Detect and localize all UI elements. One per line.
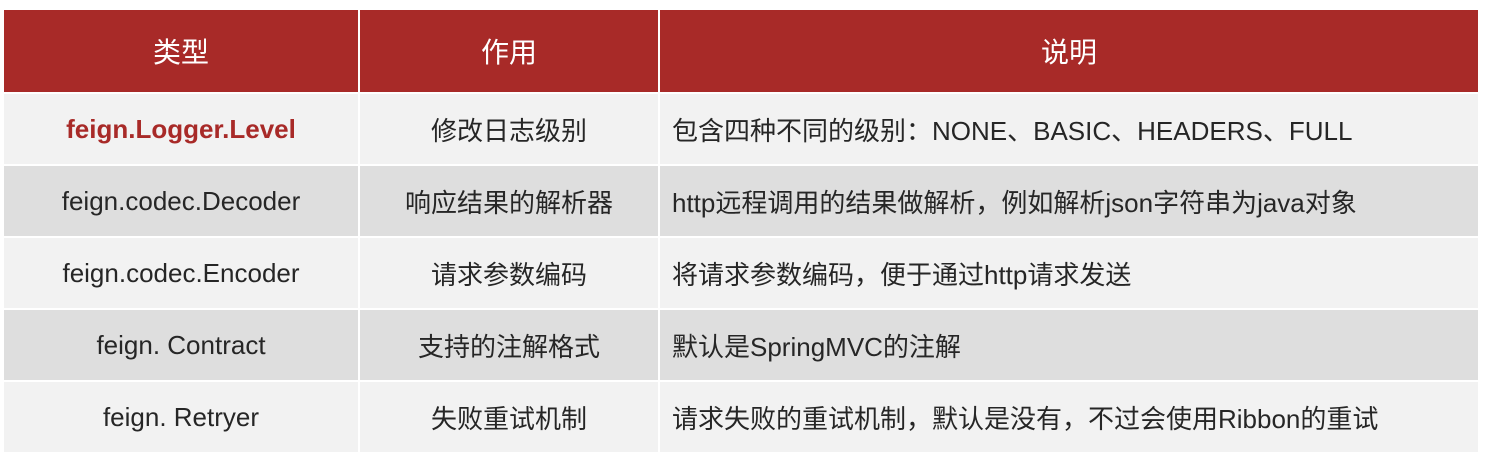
cell-type: feign. Contract — [4, 310, 358, 380]
cell-purpose: 响应结果的解析器 — [360, 166, 658, 236]
cell-description: 默认是SpringMVC的注解 — [660, 310, 1478, 380]
header-type: 类型 — [4, 10, 358, 92]
cell-type: feign.codec.Encoder — [4, 238, 358, 308]
cell-purpose: 支持的注解格式 — [360, 310, 658, 380]
feign-config-table: 类型 作用 说明 feign.Logger.Level 修改日志级别 包含四种不… — [2, 8, 1480, 454]
table-row: feign. Contract 支持的注解格式 默认是SpringMVC的注解 — [4, 310, 1478, 380]
cell-purpose: 失败重试机制 — [360, 382, 658, 452]
cell-type: feign. Retryer — [4, 382, 358, 452]
cell-description: http远程调用的结果做解析，例如解析json字符串为java对象 — [660, 166, 1478, 236]
table-header-row: 类型 作用 说明 — [4, 10, 1478, 92]
cell-description: 请求失败的重试机制，默认是没有，不过会使用Ribbon的重试 — [660, 382, 1478, 452]
cell-purpose: 请求参数编码 — [360, 238, 658, 308]
table-row: feign.codec.Encoder 请求参数编码 将请求参数编码，便于通过h… — [4, 238, 1478, 308]
table-row: feign. Retryer 失败重试机制 请求失败的重试机制，默认是没有，不过… — [4, 382, 1478, 452]
header-purpose: 作用 — [360, 10, 658, 92]
cell-description: 将请求参数编码，便于通过http请求发送 — [660, 238, 1478, 308]
cell-type: feign.Logger.Level — [4, 94, 358, 164]
table-row: feign.codec.Decoder 响应结果的解析器 http远程调用的结果… — [4, 166, 1478, 236]
header-description: 说明 — [660, 10, 1478, 92]
table-row: feign.Logger.Level 修改日志级别 包含四种不同的级别：NONE… — [4, 94, 1478, 164]
cell-type: feign.codec.Decoder — [4, 166, 358, 236]
cell-description: 包含四种不同的级别：NONE、BASIC、HEADERS、FULL — [660, 94, 1478, 164]
cell-purpose: 修改日志级别 — [360, 94, 658, 164]
